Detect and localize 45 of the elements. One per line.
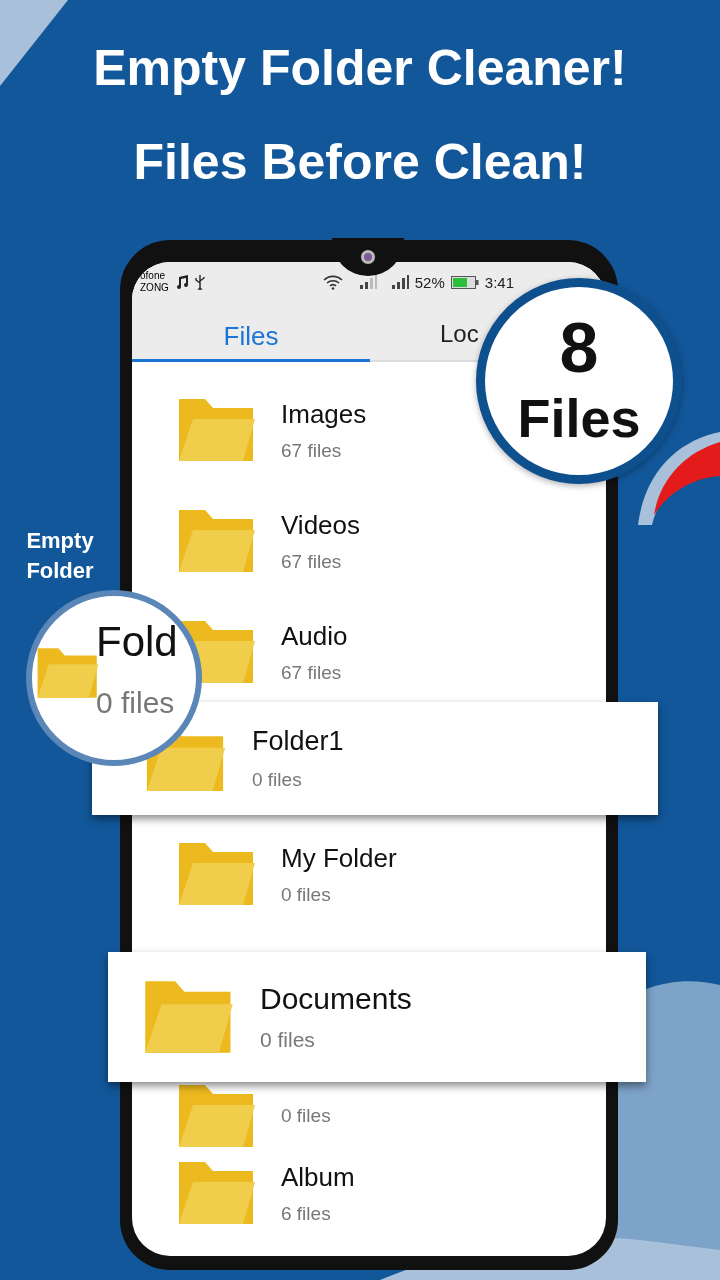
folder-icon [177, 841, 257, 907]
folder-row[interactable]: 0 files [177, 1083, 331, 1149]
count-label: Files [517, 387, 641, 449]
wifi-icon [322, 274, 343, 290]
file-count: 0 files [96, 686, 175, 720]
folder-name: Documents [260, 982, 412, 1016]
folder-icon [177, 397, 257, 463]
folder-name: My Folder [281, 842, 397, 874]
file-count: 0 files [252, 769, 303, 791]
status-time: 3:41 [484, 273, 514, 291]
folder-row[interactable]: My Folder 0 files [177, 841, 397, 907]
tab[interactable]: Loc [440, 314, 479, 360]
file-count: 67 files [281, 550, 343, 573]
folder-icon [177, 508, 257, 574]
folder-name: Album [281, 1161, 355, 1193]
signal-icon [358, 275, 377, 289]
camera-icon [360, 249, 376, 265]
file-count: 0 files [281, 1105, 331, 1127]
side-label: Empty Folder [25, 527, 95, 585]
battery-icon [450, 275, 479, 289]
signal-icon [390, 275, 409, 289]
usb-icon [194, 274, 205, 290]
folder-row[interactable]: Album 6 files [177, 1160, 355, 1226]
folder-icon [177, 1160, 257, 1226]
file-count: 67 files [281, 661, 343, 684]
file-count: 0 files [260, 1028, 316, 1052]
music-icon [174, 274, 189, 290]
folder-name: Folder1 [252, 726, 344, 757]
headline: Empty Folder Cleaner! [93, 39, 627, 98]
carrier-name: ZONG [140, 282, 169, 294]
folder-name: Videos [281, 509, 361, 541]
file-count: 67 files [281, 439, 343, 462]
folder-icon [142, 979, 236, 1055]
folder-row[interactable]: Images 67 files [177, 397, 367, 463]
folder-name: Fold [96, 618, 178, 666]
tab[interactable]: Files [132, 314, 370, 362]
battery-percent: 52% [414, 273, 445, 291]
headline: Files Before Clean! [133, 133, 587, 192]
count-number: 8 [559, 313, 599, 383]
folder-icon [177, 1083, 257, 1149]
file-count: 0 files [281, 883, 332, 906]
folder-name: Images [281, 398, 367, 430]
file-count: 6 files [281, 1202, 332, 1225]
folder-name: Audio [281, 620, 348, 652]
folder-row[interactable]: Videos 67 files [177, 508, 361, 574]
